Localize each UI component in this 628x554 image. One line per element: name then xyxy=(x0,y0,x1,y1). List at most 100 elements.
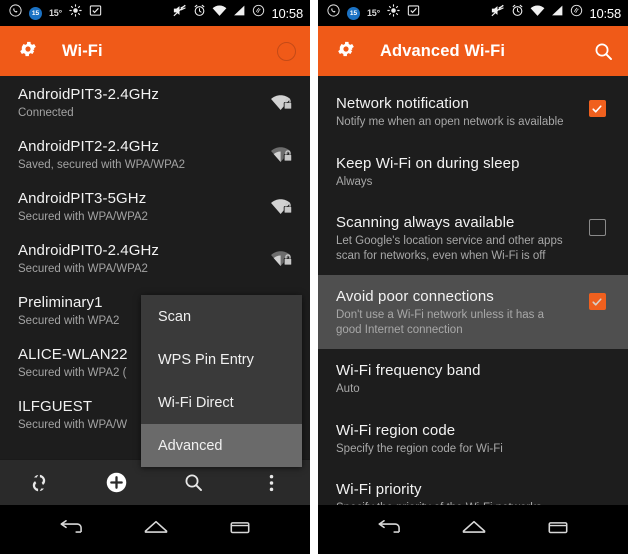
dual-screenshot-container: 15 15° 10:58 Wi-Fi AndroidPIT3-2.4GHz Co… xyxy=(0,0,628,554)
right-page-title: Advanced Wi-Fi xyxy=(380,41,506,60)
wifi-status: Secured with WPA/WPA2 xyxy=(18,210,148,223)
setting-control[interactable] xyxy=(580,94,614,117)
mute-icon xyxy=(490,3,505,23)
setting-summary: Let Google's location service and other … xyxy=(336,235,563,262)
setting-summary: Always xyxy=(336,175,373,188)
wifi-lock-icon xyxy=(266,144,296,164)
back-icon[interactable] xyxy=(375,516,403,543)
checkbox-checked-icon[interactable] xyxy=(588,100,606,117)
menu-item-wps-pin-entry[interactable]: WPS Pin Entry xyxy=(141,338,302,381)
status-bar-left-icons: 15 15° xyxy=(327,4,420,22)
setting-title: Avoid poor connections xyxy=(336,288,494,305)
wifi-ssid: AndroidPIT0-2.4GHz xyxy=(18,241,160,259)
checkbox-app-icon xyxy=(89,4,102,22)
search-icon[interactable] xyxy=(155,472,233,493)
signal-icon xyxy=(233,4,246,22)
setting-control[interactable] xyxy=(580,287,614,310)
circle-icon xyxy=(252,4,265,22)
signal-icon xyxy=(551,4,564,22)
recents-icon[interactable] xyxy=(545,516,571,543)
message-badge-icon: 15 xyxy=(347,6,360,20)
mute-icon xyxy=(172,3,187,23)
setting-title: Network notification xyxy=(336,95,469,112)
setting-title: Keep Wi-Fi on during sleep xyxy=(336,154,520,172)
status-bar: 15 15° 10:58 xyxy=(0,0,310,26)
clock-label: 10:58 xyxy=(589,5,621,21)
checkbox-app-icon xyxy=(407,4,420,22)
left-phone-screen: 15 15° 10:58 Wi-Fi AndroidPIT3-2.4GHz Co… xyxy=(0,0,310,554)
recents-icon[interactable] xyxy=(227,516,253,543)
right-action-bar: Advanced Wi-Fi xyxy=(318,26,628,76)
clock-label: 10:58 xyxy=(271,5,303,21)
gear-icon[interactable] xyxy=(18,39,38,64)
setting-row-network-notification[interactable]: Network notification Notify me when an o… xyxy=(318,82,628,142)
add-network-icon[interactable] xyxy=(78,471,156,494)
alarm-icon xyxy=(193,4,206,22)
setting-row-avoid-poor-connections[interactable]: Avoid poor connections Don't use a Wi-Fi… xyxy=(318,275,628,349)
advanced-settings-list[interactable]: Network notification Notify me when an o… xyxy=(318,76,628,514)
setting-control xyxy=(580,154,614,160)
search-icon[interactable] xyxy=(593,41,614,62)
wifi-status: Connected xyxy=(18,106,74,119)
setting-summary: Don't use a Wi-Fi network unless it has … xyxy=(336,309,544,336)
setting-title: Wi-Fi frequency band xyxy=(336,362,481,379)
wifi-icon xyxy=(530,4,545,22)
menu-item-advanced[interactable]: Advanced xyxy=(141,424,302,467)
progress-ring-icon xyxy=(277,41,296,61)
setting-row-keep-wifi-on-during-sleep[interactable]: Keep Wi-Fi on during sleep Always xyxy=(318,142,628,202)
whatsapp-icon xyxy=(9,4,22,22)
home-icon[interactable] xyxy=(142,516,170,543)
setting-row-wifi-region-code[interactable]: Wi-Fi region code Specify the region cod… xyxy=(318,409,628,469)
setting-control xyxy=(580,480,614,486)
setting-row-wifi-frequency-band[interactable]: Wi-Fi frequency band Auto xyxy=(318,349,628,409)
system-nav-bar[interactable] xyxy=(318,505,628,554)
setting-summary: Auto xyxy=(336,383,360,395)
wifi-list-item[interactable]: AndroidPIT2-2.4GHz Saved, secured with W… xyxy=(0,128,310,180)
wifi-ssid: AndroidPIT2-2.4GHz xyxy=(18,137,160,155)
setting-control[interactable] xyxy=(580,213,614,236)
status-bar-right-icons: 10:58 xyxy=(172,3,303,23)
left-action-bar: Wi-Fi xyxy=(0,26,310,76)
checkbox-unchecked-icon[interactable] xyxy=(588,219,606,236)
overflow-popup-menu[interactable]: Scan WPS Pin Entry Wi-Fi Direct Advanced xyxy=(141,295,302,467)
setting-control xyxy=(580,421,614,427)
temperature-label: 15° xyxy=(367,8,381,18)
circle-icon xyxy=(570,4,583,22)
wifi-icon xyxy=(212,4,227,22)
overflow-menu-icon[interactable] xyxy=(233,473,311,493)
wifi-lock-icon xyxy=(266,92,296,112)
home-icon[interactable] xyxy=(460,516,488,543)
wifi-ssid: AndroidPIT3-5GHz xyxy=(18,189,147,207)
right-phone-screen: 15 15° 10:58 Advanced Wi-Fi Network noti… xyxy=(318,0,628,554)
setting-summary: Specify the region code for Wi-Fi xyxy=(336,442,503,455)
wifi-list-item[interactable]: AndroidPIT0-2.4GHz Secured with WPA/WPA2 xyxy=(0,232,310,284)
status-bar-left-icons: 15 15° xyxy=(9,4,102,22)
whatsapp-icon xyxy=(327,4,340,22)
menu-item-scan[interactable]: Scan xyxy=(141,295,302,338)
wifi-lock-icon xyxy=(266,196,296,216)
status-bar: 15 15° 10:58 xyxy=(318,0,628,26)
refresh-icon[interactable] xyxy=(0,472,78,494)
wifi-status: Saved, secured with WPA/WPA2 xyxy=(18,158,186,171)
gear-icon[interactable] xyxy=(336,39,356,64)
temperature-label: 15° xyxy=(49,8,63,18)
setting-title: Wi-Fi priority xyxy=(336,481,422,498)
menu-item-wifi-direct[interactable]: Wi-Fi Direct xyxy=(141,381,302,424)
checkbox-checked-icon[interactable] xyxy=(588,293,606,310)
system-nav-bar[interactable] xyxy=(0,505,310,554)
wifi-status: Secured with WPA/WPA2 xyxy=(18,262,148,275)
sun-gear-icon xyxy=(387,4,400,22)
wifi-list-item[interactable]: AndroidPIT3-5GHz Secured with WPA/WPA2 xyxy=(0,180,310,232)
wifi-list-item[interactable]: AndroidPIT3-2.4GHz Connected xyxy=(0,76,310,128)
setting-control xyxy=(580,361,614,367)
status-bar-right-icons: 10:58 xyxy=(490,3,621,23)
setting-row-scanning-always-available[interactable]: Scanning always available Let Google's l… xyxy=(318,201,628,275)
setting-title: Wi-Fi region code xyxy=(336,421,456,439)
left-page-title: Wi-Fi xyxy=(62,41,103,60)
setting-title: Scanning always available xyxy=(336,214,515,231)
wifi-ssid: AndroidPIT3-2.4GHz xyxy=(18,85,160,103)
setting-summary: Notify me when an open network is availa… xyxy=(336,116,564,128)
wifi-lock-icon xyxy=(266,248,296,268)
back-icon[interactable] xyxy=(57,516,85,543)
sun-gear-icon xyxy=(69,4,82,22)
